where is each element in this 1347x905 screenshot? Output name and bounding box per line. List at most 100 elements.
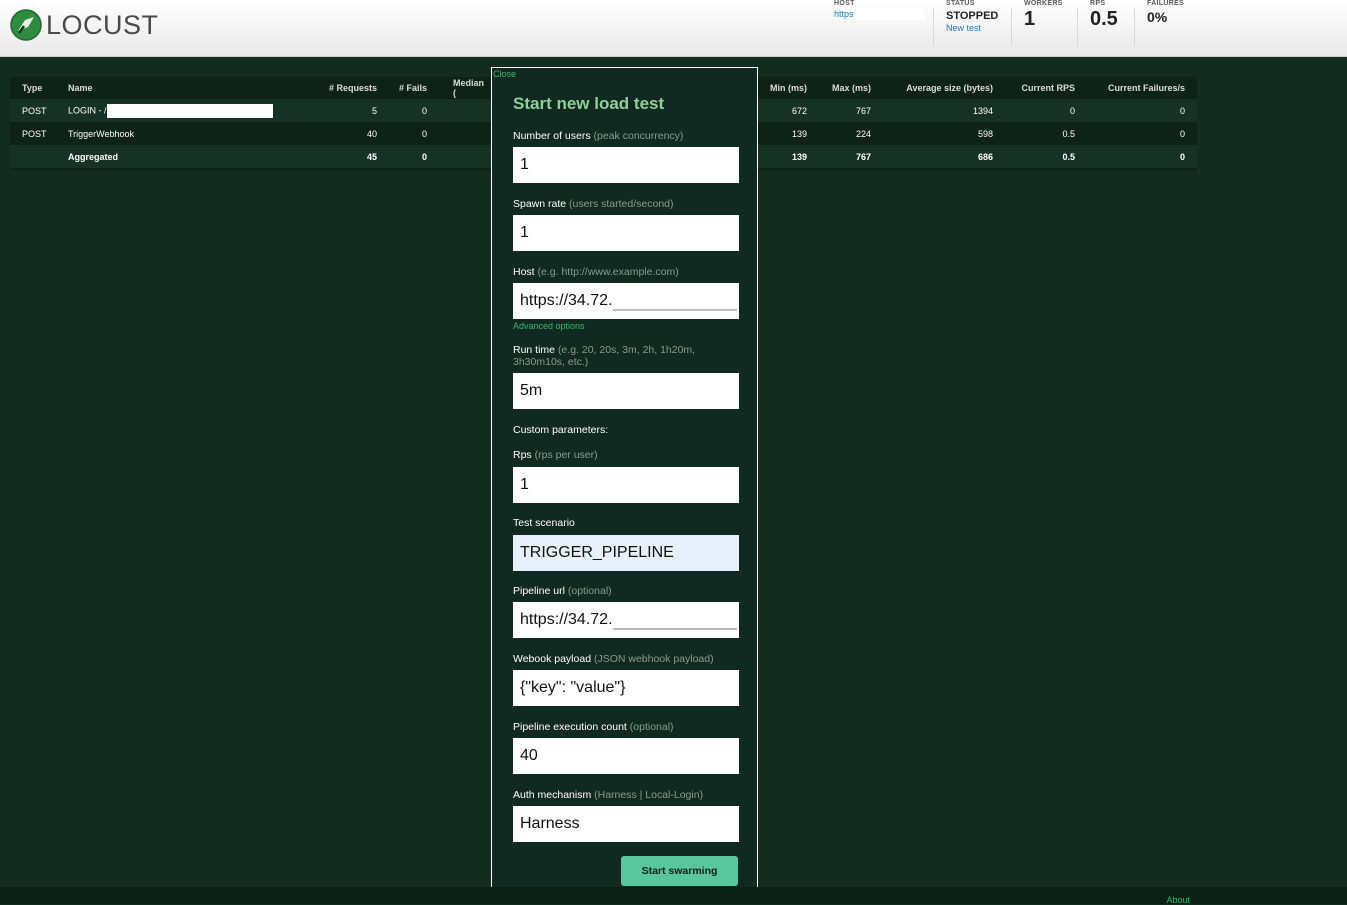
pipeline-url-hint: (optional) [567, 585, 612, 597]
runtime-label: Run time (e.g. 20, 20s, 3m, 2h, 1h20m, 3… [513, 344, 723, 368]
rps-label: Rps (rps per user) [513, 449, 598, 461]
separator [1077, 8, 1078, 46]
locust-logo-icon [10, 9, 42, 41]
workers-label: WORKERS [1024, 0, 1063, 7]
host-label: HOST [834, 0, 855, 7]
spawn-label: Spawn rate (users started/second) [513, 198, 674, 210]
test-scenario-input[interactable]: TRIGGER_PIPELINE [513, 535, 739, 571]
new-test-modal: Close Start new load test Number of user… [491, 67, 758, 904]
advanced-options-link[interactable]: Advanced options [513, 321, 585, 331]
custom-params-label: Custom parameters: [513, 424, 609, 436]
cell-median [427, 145, 487, 168]
modal-title: Start new load test [513, 94, 665, 113]
cell-max: 767 [855, 151, 871, 162]
footer: About [0, 887, 1347, 905]
cell-max: 224 [855, 128, 871, 139]
host-redaction [613, 309, 737, 311]
workers-value: 1 [1024, 8, 1036, 30]
top-header: LOCUST HOST https STATUS STOPPED New tes… [0, 0, 1347, 57]
cell-type [10, 145, 68, 168]
auth-label: Auth mechanism (Harness | Local-Login) [513, 789, 703, 801]
col-name[interactable]: Name [68, 77, 280, 99]
spawn-rate-input[interactable]: 1 [513, 215, 739, 251]
host-input[interactable]: https://34.72. [513, 283, 739, 319]
col-type[interactable]: Type [10, 77, 68, 99]
users-label: Number of users (peak concurrency) [513, 130, 683, 142]
cell-name: LOGIN - / [68, 99, 280, 122]
host-redaction [854, 8, 925, 20]
separator [1134, 8, 1135, 46]
cell-max: 767 [855, 105, 871, 116]
host-hint: (e.g. http://www.example.com) [537, 266, 679, 278]
pipeline-url-label-text: Pipeline url [513, 585, 565, 597]
pipeline-url-input[interactable]: https://34.72. [513, 602, 739, 638]
col-avg-size[interactable]: Average size (bytes) [871, 77, 993, 99]
exec-count-hint: (optional) [629, 721, 674, 733]
cell-requests: 45 [366, 151, 377, 162]
col-requests[interactable]: # Requests [280, 77, 377, 99]
name-redaction [106, 103, 273, 118]
rps-input[interactable]: 1 [513, 467, 739, 503]
rps-label-text: Rps [513, 449, 532, 461]
users-label-text: Number of users [513, 130, 591, 142]
separator [1011, 8, 1012, 46]
payload-label: Webook payload (JSON webhook payload) [513, 653, 714, 665]
cell-failures: 0 [1179, 128, 1185, 139]
cell-fails: 0 [421, 151, 427, 162]
cell-avg-size: 598 [977, 128, 993, 139]
scenario-label: Test scenario [513, 517, 575, 529]
col-max[interactable]: Max (ms) [807, 77, 871, 99]
host-value-text: https [834, 9, 854, 19]
exec-count-label: Pipeline execution count (optional) [513, 721, 674, 733]
cell-rps: 0.5 [1062, 151, 1075, 162]
cell-name: TriggerWebhook [68, 128, 135, 139]
webhook-payload-input[interactable]: {"key": "value"} [513, 670, 739, 706]
separator [933, 8, 934, 46]
rps-hint: (rps per user) [534, 449, 598, 461]
cell-type: POST [22, 105, 47, 116]
cell-median [427, 122, 487, 145]
cell-name: Aggregated [68, 151, 119, 162]
auth-mechanism-input[interactable]: Harness [513, 806, 739, 842]
users-input[interactable]: 1 [513, 147, 739, 183]
col-median[interactable]: Median ( [427, 77, 487, 99]
payload-label-text: Webook payload [513, 653, 592, 665]
cell-requests: 40 [366, 128, 377, 139]
cell-rps: 0.5 [1062, 128, 1075, 139]
failures-value: 0% [1147, 9, 1168, 25]
cell-avg-size: 686 [977, 151, 993, 162]
failures-label: FAILURES [1147, 0, 1185, 7]
new-test-link[interactable]: New test [946, 23, 998, 33]
close-link[interactable]: Close [493, 69, 516, 79]
col-current-rps[interactable]: Current RPS [993, 77, 1075, 99]
brand-name: LOCUST [46, 9, 159, 40]
pipeline-url-label: Pipeline url (optional) [513, 585, 612, 597]
col-fails[interactable]: # Fails [377, 77, 427, 99]
cell-fails: 0 [421, 128, 427, 139]
spawn-label-text: Spawn rate [513, 198, 567, 210]
col-current-failures[interactable]: Current Failures/s [1075, 77, 1197, 99]
status-label: STATUS [946, 0, 975, 7]
cell-avg-size: 1394 [972, 105, 993, 116]
cell-failures: 0 [1179, 151, 1185, 162]
start-swarming-button[interactable]: Start swarming [621, 856, 738, 886]
auth-hint: (Harness | Local-Login) [594, 789, 704, 801]
execution-count-input[interactable]: 40 [513, 738, 739, 774]
host-input-text: https://34.72. [520, 292, 613, 309]
status-value: STOPPED [946, 10, 999, 22]
rps-label: RPS [1090, 0, 1106, 7]
rps-value: 0.5 [1090, 8, 1118, 30]
cell-name-text: LOGIN - / [68, 104, 107, 115]
host-value[interactable]: https [834, 8, 925, 20]
run-time-input[interactable]: 5m [513, 373, 739, 409]
stat-workers: WORKERS 1 [1024, 0, 1063, 31]
cell-fails: 0 [421, 105, 427, 116]
stat-failures: FAILURES 0% [1147, 0, 1184, 25]
users-hint: (peak concurrency) [593, 130, 684, 142]
cell-failures: 0 [1179, 105, 1185, 116]
stat-host: HOST https [834, 0, 925, 20]
exec-count-label-text: Pipeline execution count [513, 721, 627, 733]
pipeline-url-text: https://34.72. [520, 611, 613, 628]
host-field-label: Host (e.g. http://www.example.com) [513, 266, 679, 278]
payload-hint: (JSON webhook payload) [593, 653, 714, 665]
